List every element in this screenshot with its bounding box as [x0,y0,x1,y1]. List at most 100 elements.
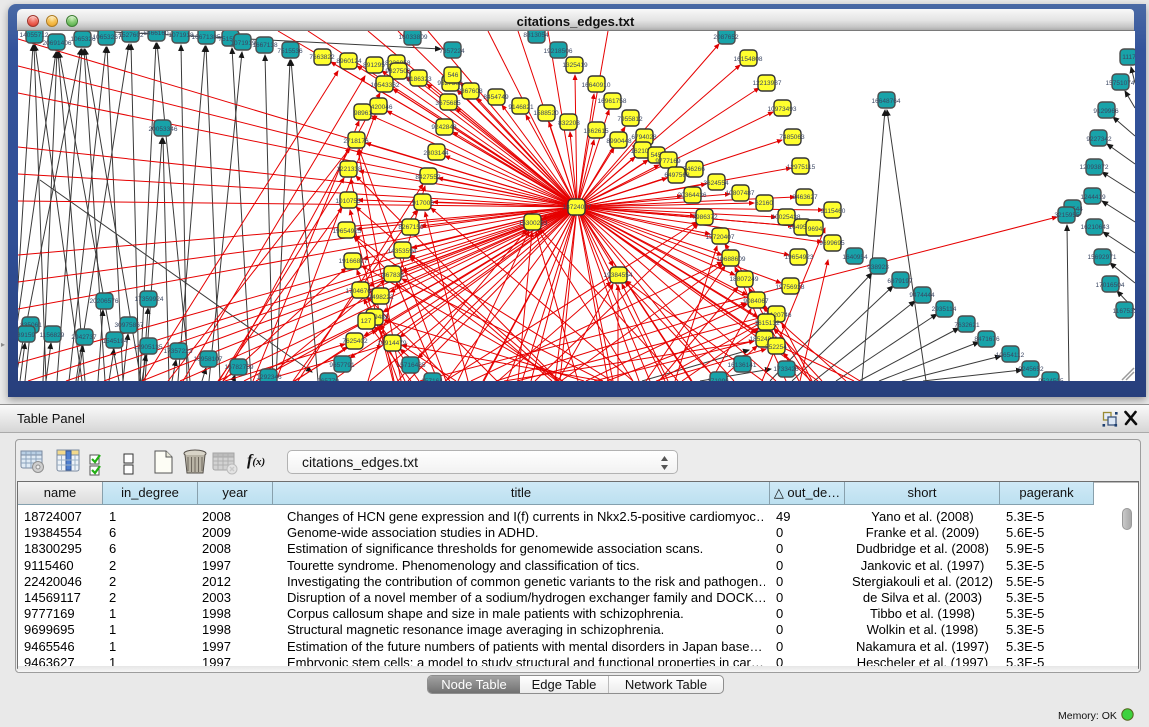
svg-text:9657791: 9657791 [329,362,355,369]
svg-text:7485063: 7485063 [779,134,805,141]
svg-text:17357223: 17357223 [164,348,193,355]
svg-text:9474444: 9474444 [909,292,935,299]
svg-text:15692971: 15692971 [1088,254,1117,261]
svg-text:16648764: 16648764 [872,98,901,105]
svg-text:16154808: 16154808 [734,56,763,63]
svg-text:16782759: 16782759 [225,364,254,371]
svg-text:1615132: 1615132 [754,320,780,327]
svg-text:9146821: 9146821 [508,104,534,111]
svg-text:17359924: 17359924 [135,296,164,303]
svg-text:3675685: 3675685 [435,100,461,107]
svg-text:8960124: 8960124 [336,58,362,65]
svg-text:12093872: 12093872 [1080,164,1109,171]
svg-text:7625402: 7625402 [342,338,368,345]
svg-text:1733426: 1733426 [773,366,799,373]
svg-text:19166827: 19166827 [339,258,368,265]
svg-text:9699695: 9699695 [819,240,845,247]
svg-text:19218506: 19218506 [544,48,573,55]
svg-text:9524505: 9524505 [1038,378,1064,381]
svg-text:20364436: 20364436 [678,192,707,199]
svg-text:1325419: 1325419 [562,62,588,69]
svg-text:3624554: 3624554 [703,180,729,187]
svg-text:1010755: 1010755 [335,198,361,205]
svg-text:30975867: 30975867 [115,322,144,329]
svg-text:9463627: 9463627 [792,194,818,201]
svg-text:1667138: 1667138 [252,42,278,49]
svg-text:7515536: 7515536 [277,48,303,55]
svg-text:938923: 938923 [867,264,889,271]
svg-text:9245652: 9245652 [1018,366,1044,373]
svg-text:7663822: 7663822 [309,54,335,61]
svg-text:9115460: 9115460 [821,208,846,215]
svg-text:20691406: 20691406 [43,40,72,47]
svg-text:917006: 917006 [412,200,434,207]
svg-text:16914479: 16914479 [378,340,407,347]
svg-text:18724007: 18724007 [563,204,592,211]
svg-text:98961: 98961 [354,110,372,117]
svg-text:9227342: 9227342 [1086,136,1112,143]
svg-text:19756928: 19756928 [776,284,805,291]
svg-text:12905135: 12905135 [134,344,163,351]
svg-text:2867608: 2867608 [457,88,483,95]
svg-text:7955812: 7955812 [617,116,643,123]
svg-text:9242848: 9242848 [431,124,457,131]
svg-text:15720407: 15720407 [706,234,735,241]
svg-text:1292346: 1292346 [256,374,282,381]
svg-text:12213987: 12213987 [753,80,782,87]
svg-text:1362615: 1362615 [583,128,609,135]
svg-text:867833: 867833 [382,272,404,279]
svg-text:1545194: 1545194 [102,338,128,345]
svg-text:7986372: 7986372 [692,214,718,221]
svg-text:16961758: 16961758 [598,98,627,105]
svg-text:6794028: 6794028 [631,134,657,141]
svg-text:9129966: 9129966 [1093,108,1119,115]
svg-text:2942737: 2942737 [71,334,97,341]
svg-text:10654112: 10654112 [996,352,1025,359]
svg-text:252254: 252254 [765,344,787,351]
svg-text:8990448: 8990448 [606,138,632,145]
svg-text:8454749: 8454749 [483,94,509,101]
svg-text:16210643: 16210643 [1081,224,1110,231]
svg-text:1156829: 1156829 [40,332,65,339]
svg-text:2718176: 2718176 [343,138,369,145]
svg-text:10543362: 10543362 [371,82,400,89]
svg-text:8427552: 8427552 [415,174,441,181]
svg-text:2935114: 2935114 [932,306,957,313]
svg-text:1244419: 1244419 [1080,194,1106,201]
svg-text:8186323: 8186323 [406,76,432,83]
svg-text:16671385: 16671385 [192,34,221,41]
svg-text:39159: 39159 [18,332,35,339]
svg-text:20053346: 20053346 [149,126,178,133]
svg-text:8471676: 8471676 [974,336,1000,343]
svg-text:6879197: 6879197 [887,278,913,285]
svg-text:15300293: 15300293 [519,220,548,227]
svg-text:19384554: 19384554 [604,272,633,279]
svg-text:10807487: 10807487 [726,190,755,197]
svg-text:1117: 1117 [1122,54,1135,61]
svg-text:19654925: 19654925 [333,228,362,235]
svg-text:9327503: 9327503 [385,68,411,75]
svg-text:171996: 171996 [707,378,729,381]
svg-text:6497568: 6497568 [664,172,690,179]
svg-text:2803144: 2803144 [423,150,449,157]
svg-text:17016504: 17016504 [1096,282,1125,289]
svg-text:16640910: 16640910 [582,82,611,89]
svg-text:15716485: 15716485 [397,362,426,369]
svg-text:10973493: 10973493 [768,106,797,113]
svg-text:19654923: 19654923 [785,254,814,261]
svg-text:7632621: 7632621 [954,322,980,329]
svg-text:14055712: 14055712 [20,32,49,39]
svg-text:157164: 157164 [421,378,443,381]
svg-text:1527602: 1527602 [118,32,144,39]
svg-text:546: 546 [448,72,459,79]
svg-text:9084067: 9084067 [743,298,769,305]
svg-text:1167533: 1167533 [1113,308,1135,315]
svg-text:3215955: 3215955 [1054,212,1080,219]
svg-text:1221338: 1221338 [336,166,362,173]
svg-text:10688609: 10688609 [717,256,746,263]
svg-text:832203: 832203 [558,120,580,127]
svg-text:20206576: 20206576 [90,298,119,305]
svg-text:9777169: 9777169 [655,158,681,165]
svg-text:1588520: 1588520 [533,110,559,117]
svg-text:8813054: 8813054 [523,32,549,39]
